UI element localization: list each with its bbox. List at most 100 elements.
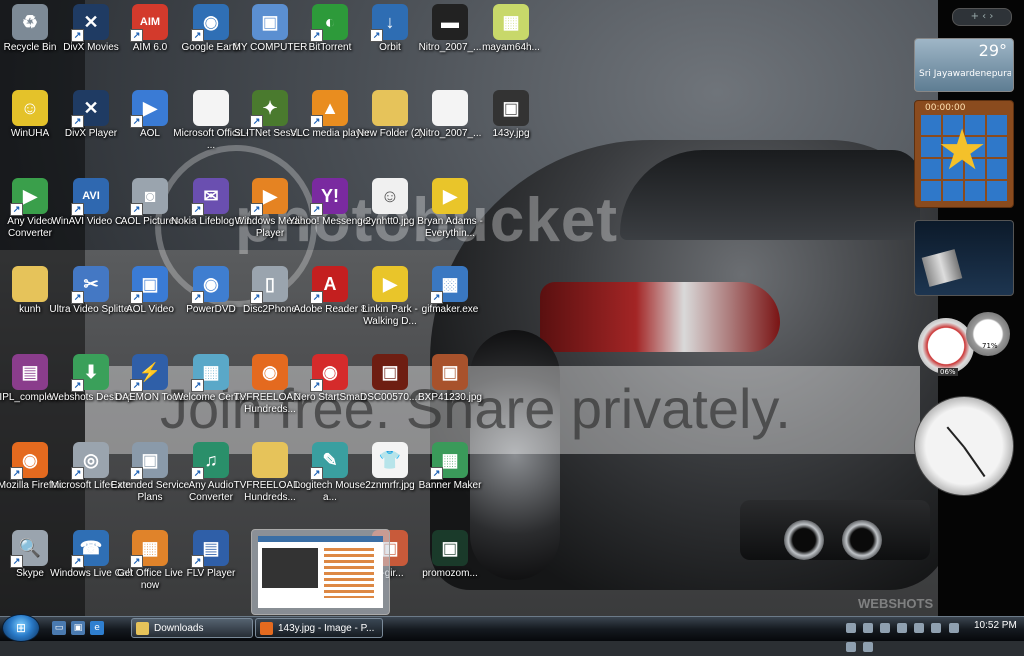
wallpaper-exhaust bbox=[842, 520, 882, 560]
sidebar-controls[interactable]: + ‹ › bbox=[952, 8, 1012, 26]
taskbar-button-label: Downloads bbox=[154, 623, 204, 634]
memory-meter-value: 71% bbox=[982, 342, 998, 350]
shortcut-arrow-icon: ↗ bbox=[310, 467, 323, 480]
tray-network-icon[interactable] bbox=[863, 623, 874, 633]
media-file-icon: ▶ bbox=[432, 178, 468, 214]
flv-player-icon: ▤ ↗ bbox=[191, 530, 229, 568]
archive-icon: ▤ bbox=[12, 354, 48, 390]
weather-gadget[interactable]: 29° Sri Jayawardenepura... bbox=[914, 38, 1014, 92]
tray-app-icon[interactable] bbox=[948, 623, 959, 633]
skype-icon: 🔍 ↗ bbox=[10, 530, 48, 568]
desktop-icon[interactable]: ▦ mayam64h... bbox=[468, 4, 554, 54]
firefox-doc-icon: ◉ bbox=[252, 354, 288, 390]
shortcut-arrow-icon: ↗ bbox=[310, 203, 323, 216]
orbit-icon: ↓ ↗ bbox=[370, 4, 408, 42]
desktop-icon[interactable]: ▶ Bryan Adams - Everythin... bbox=[407, 178, 493, 240]
webshots-icon: ⬇ ↗ bbox=[71, 354, 109, 392]
aim-icon: AIM ↗ bbox=[130, 4, 168, 42]
google-earth-icon: ◉ ↗ bbox=[191, 4, 229, 42]
switch-windows-icon[interactable]: ▣ bbox=[71, 621, 85, 635]
image-file-icon: ☺ bbox=[372, 178, 408, 214]
image-file-icon: ▦ bbox=[493, 4, 529, 40]
winavi-icon: AVI ↗ bbox=[71, 178, 109, 216]
shortcut-arrow-icon: ↗ bbox=[191, 291, 204, 304]
shortcut-arrow-icon: ↗ bbox=[250, 203, 263, 216]
show-desktop-icon[interactable]: ▭ bbox=[52, 621, 66, 635]
desktop-icon[interactable]: ▤ ↗ FLV Player bbox=[168, 530, 254, 580]
desktop-icon[interactable]: ▣ 143y.jpg bbox=[468, 90, 554, 140]
logitech-icon: ✎ ↗ bbox=[310, 442, 348, 480]
taskbar-button-label: 143y.jpg - Image - P... bbox=[278, 623, 375, 634]
tray-app-icon[interactable] bbox=[914, 623, 925, 633]
shortcut-arrow-icon: ↗ bbox=[191, 467, 204, 480]
folder-icon bbox=[252, 442, 288, 478]
clock-gadget[interactable] bbox=[914, 396, 1014, 496]
system-tray[interactable] bbox=[845, 618, 975, 652]
wallpaper-car-taillight bbox=[540, 282, 780, 352]
shortcut-arrow-icon: ↗ bbox=[191, 555, 204, 568]
shortcut-arrow-icon: ↗ bbox=[130, 379, 143, 392]
taskbar-button[interactable]: Downloads bbox=[131, 618, 253, 638]
desktop-icon[interactable]: ▩ ↗ gifmaker.exe bbox=[407, 266, 493, 316]
computer-icon: ▣ bbox=[252, 4, 288, 40]
tray-app-icon[interactable] bbox=[880, 623, 891, 633]
video-splitter-icon: ✂ ↗ bbox=[71, 266, 109, 304]
wallpaper-car-window bbox=[620, 150, 920, 240]
audio-converter-icon: ♫ ↗ bbox=[191, 442, 229, 480]
cpu-meter-gadget[interactable]: 06% bbox=[918, 318, 974, 376]
disc2phone-icon: ▯ ↗ bbox=[250, 266, 288, 304]
wallpaper-car-diffuser bbox=[740, 500, 930, 560]
service-plans-icon: ▣ ↗ bbox=[130, 442, 168, 480]
tray-app-icon[interactable] bbox=[931, 623, 942, 633]
shortcut-arrow-icon: ↗ bbox=[310, 115, 323, 128]
memory-meter-gadget[interactable]: 71% bbox=[966, 312, 1010, 356]
desktop-icon-label: promozom... bbox=[422, 568, 478, 579]
folder-icon bbox=[136, 622, 149, 635]
shortcut-arrow-icon: ↗ bbox=[310, 379, 323, 392]
desktop-icon[interactable]: ▣ promozom... bbox=[407, 530, 493, 580]
start-button[interactable]: ⊞ bbox=[2, 614, 40, 642]
shortcut-arrow-icon: ↗ bbox=[130, 115, 143, 128]
media-file-icon: ▶ bbox=[372, 266, 408, 302]
tray-volume-icon[interactable] bbox=[863, 642, 874, 652]
shortcut-arrow-icon: ↗ bbox=[430, 467, 443, 480]
puzzle-timer: 00:00:00 bbox=[925, 103, 966, 113]
folder-icon bbox=[12, 266, 48, 302]
taskbar-button[interactable]: 143y.jpg - Image - P... bbox=[255, 618, 383, 638]
weather-city: Sri Jayawardenepura... bbox=[919, 69, 1011, 79]
powerdvd-icon: ◉ ↗ bbox=[191, 266, 229, 304]
webshots-watermark: WEBSHOTS bbox=[858, 596, 934, 611]
slideshow-gadget[interactable] bbox=[914, 220, 1014, 296]
nero-icon: ◉ ↗ bbox=[310, 354, 348, 392]
office-live-icon: ▦ ↗ bbox=[130, 530, 168, 568]
media-player-icon: ▶ ↗ bbox=[250, 178, 288, 216]
taskbar-thumbnail-preview[interactable] bbox=[251, 529, 390, 615]
live-call-icon: ☎ ↗ bbox=[71, 530, 109, 568]
desktop-icon-label: FLV Player bbox=[186, 568, 236, 579]
tray-app-icon[interactable] bbox=[846, 642, 856, 652]
bittorrent-icon: ◐ ↗ bbox=[310, 4, 348, 42]
firefox-icon: ◉ ↗ bbox=[10, 442, 48, 480]
desktop-icon-label: Banner Maker bbox=[418, 480, 482, 491]
lighter-image bbox=[921, 249, 963, 287]
taskbar-clock[interactable]: 10:52 PM bbox=[974, 620, 1017, 631]
shortcut-arrow-icon: ↗ bbox=[250, 115, 263, 128]
shortcut-arrow-icon: ↗ bbox=[130, 555, 143, 568]
preview-content bbox=[324, 548, 374, 598]
divx-player-icon: ✕ ↗ bbox=[71, 90, 109, 128]
desktop-icon[interactable]: ▦ ↗ Banner Maker bbox=[407, 442, 493, 492]
tray-arrow-icon[interactable] bbox=[846, 623, 856, 633]
wallpaper-exhaust bbox=[784, 520, 824, 560]
picture-puzzle-gadget[interactable]: 00:00:00 ★ bbox=[914, 100, 1014, 208]
image-file-icon: ▣ bbox=[432, 530, 468, 566]
shortcut-arrow-icon: ↗ bbox=[71, 379, 84, 392]
tray-app-icon[interactable] bbox=[897, 623, 908, 633]
star-icon: ★ bbox=[937, 118, 988, 183]
sidebar-background bbox=[938, 0, 1024, 616]
desktop-icon[interactable]: ▣ BXP41230.jpg bbox=[407, 354, 493, 404]
adobe-reader-icon: A ↗ bbox=[310, 266, 348, 304]
shortcut-arrow-icon: ↗ bbox=[10, 203, 23, 216]
internet-explorer-icon[interactable]: e bbox=[90, 621, 104, 635]
shortcut-arrow-icon: ↗ bbox=[71, 203, 84, 216]
preview-titlebar bbox=[258, 536, 383, 542]
